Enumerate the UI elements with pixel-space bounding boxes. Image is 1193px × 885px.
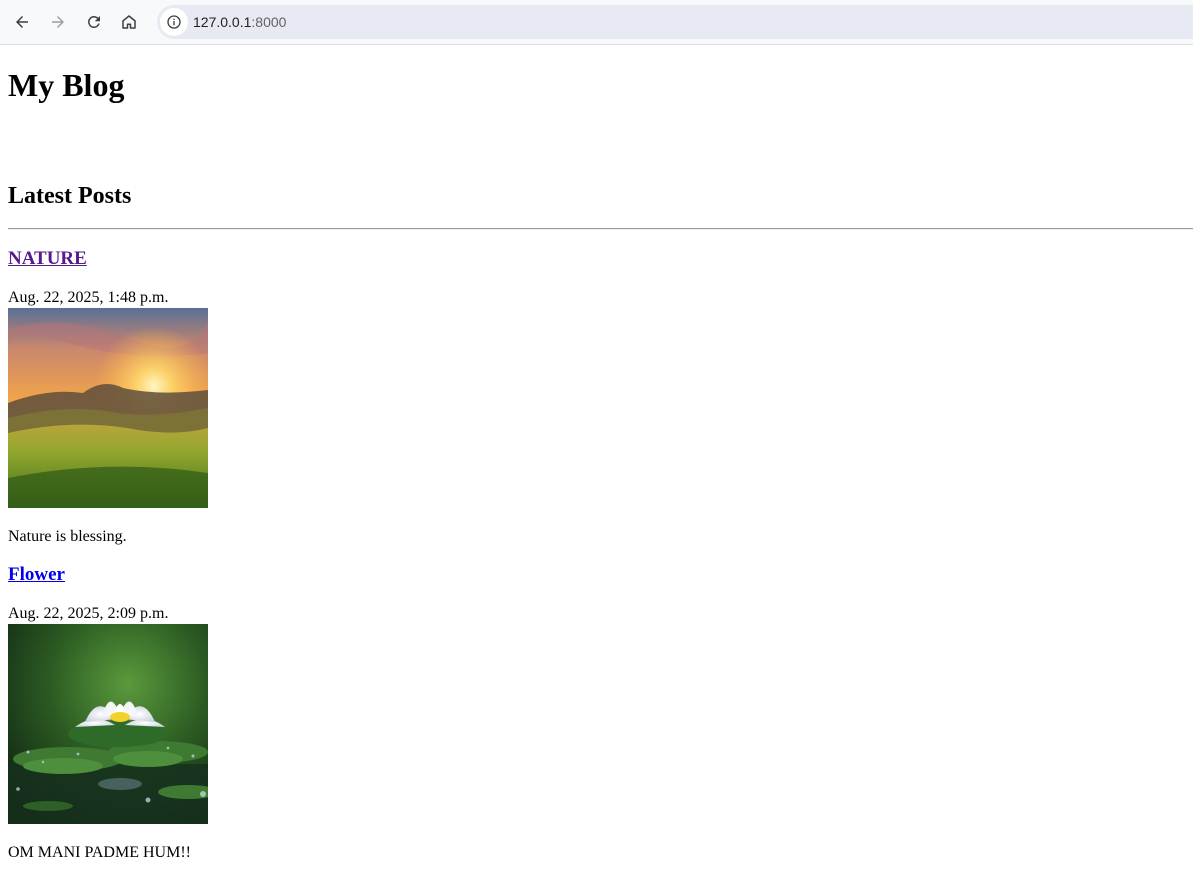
post-title-link[interactable]: NATURE bbox=[8, 248, 87, 269]
back-arrow-icon bbox=[16, 16, 28, 28]
reload-button[interactable] bbox=[78, 6, 110, 38]
browser-toolbar: 127.0.0.1:8000 bbox=[0, 0, 1193, 45]
post-image-water-lily bbox=[8, 624, 208, 824]
site-info-icon bbox=[167, 15, 181, 29]
address-bar[interactable]: 127.0.0.1:8000 bbox=[157, 5, 1193, 39]
home-icon bbox=[122, 15, 136, 29]
forward-button[interactable] bbox=[42, 6, 74, 38]
page-title: My Blog bbox=[8, 67, 125, 103]
post-title: NATURE bbox=[8, 248, 87, 270]
forward-arrow-icon bbox=[52, 16, 64, 28]
post-body: OM MANI PADME HUM!! bbox=[8, 844, 191, 861]
home-button[interactable] bbox=[113, 6, 145, 38]
post-body: Nature is blessing. bbox=[8, 528, 127, 545]
post-title: Flower bbox=[8, 564, 65, 586]
divider bbox=[8, 228, 1193, 230]
post-image-sunset-meadow bbox=[8, 308, 208, 508]
post-date: Aug. 22, 2025, 2:09 p.m. bbox=[8, 605, 169, 622]
back-button[interactable] bbox=[6, 6, 38, 38]
site-info-button[interactable] bbox=[160, 8, 188, 36]
reload-icon bbox=[88, 16, 100, 28]
url-text[interactable]: 127.0.0.1:8000 bbox=[193, 5, 286, 39]
section-heading: Latest Posts bbox=[8, 183, 132, 209]
page-content: My Blog Latest Posts NATURE Aug. 22, 202… bbox=[0, 46, 1193, 885]
url-host: 127.0.0.1 bbox=[193, 14, 252, 30]
post-date: Aug. 22, 2025, 1:48 p.m. bbox=[8, 289, 169, 306]
post-title-link[interactable]: Flower bbox=[8, 564, 65, 585]
url-port: :8000 bbox=[251, 14, 287, 30]
